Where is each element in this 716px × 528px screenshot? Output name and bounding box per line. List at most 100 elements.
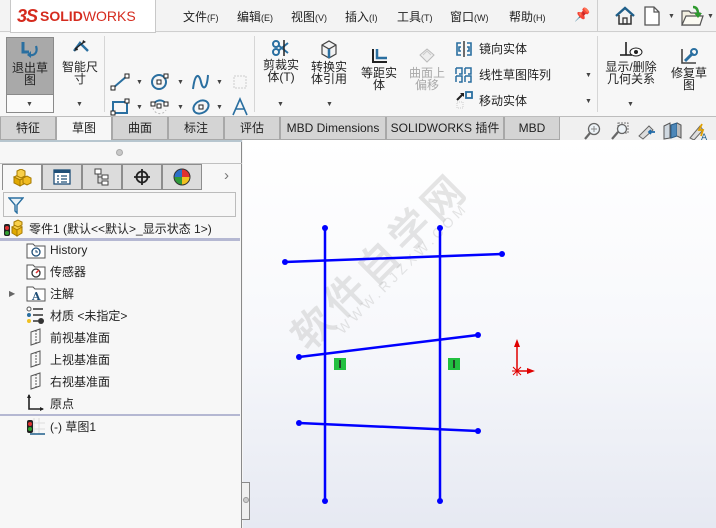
arc-tool-dropdown[interactable]: ▼	[177, 104, 184, 111]
menu-window[interactable]: 窗口(W)	[450, 8, 489, 25]
sketch-endpoint[interactable]	[296, 354, 302, 360]
display-manager-icon	[173, 168, 191, 186]
sketch-endpoint[interactable]	[475, 428, 481, 434]
dynamic-annotation-icon[interactable]: A	[688, 122, 708, 140]
tree-item-origin[interactable]: 原点	[0, 393, 74, 413]
spline-tool-dropdown[interactable]: ▼	[216, 79, 223, 86]
tree-item-label: 原点	[50, 396, 75, 411]
line-tool-icon[interactable]	[110, 73, 130, 91]
offset-on-surface-button[interactable]: 曲面上 偏移	[404, 47, 450, 91]
new-dropdown-caret[interactable]: ▼	[668, 13, 675, 20]
tab-sketch[interactable]: 草图	[56, 117, 112, 140]
pin-icon[interactable]: 📌	[574, 7, 590, 23]
tree-item-sketch1[interactable]: (-) 草图1	[0, 416, 96, 436]
zoom-to-fit-icon[interactable]	[584, 122, 602, 140]
smart-dimension-button[interactable]: 智能尺 寸	[58, 39, 102, 85]
sketch-endpoint[interactable]	[296, 420, 302, 426]
menu-edit[interactable]: 编辑(E)	[237, 8, 273, 25]
zoom-to-area-icon[interactable]	[611, 122, 629, 140]
solidworks-logo[interactable]: 3S SOLID WORKS	[10, 0, 156, 33]
convert-entities-button[interactable]: 转换实 体引用	[306, 39, 352, 85]
tree-item-annotations[interactable]: ▶ A 注解	[0, 283, 74, 303]
sketch-endpoint[interactable]	[322, 498, 328, 504]
tree-item-material[interactable]: 材质 <未指定>	[0, 305, 127, 325]
display-delete-relations-button[interactable]: 显示/删除 几何关系	[601, 41, 661, 85]
tab-annotation[interactable]: 标注	[168, 117, 224, 140]
mirror-entities-button[interactable]: 镜向实体	[455, 40, 527, 57]
tab-mbd[interactable]: MBD	[504, 117, 560, 140]
plane-tool-icon[interactable]	[231, 73, 249, 91]
tree-item-history[interactable]: History	[0, 240, 87, 260]
menu-insert[interactable]: 插入(I)	[345, 8, 378, 25]
trim-dropdown[interactable]: ▼	[277, 101, 284, 108]
material-icon	[26, 306, 44, 324]
display-relations-dropdown[interactable]: ▼	[627, 101, 634, 108]
tree-item-right-plane[interactable]: 右视基准面	[0, 371, 110, 391]
ellipse-tool-dropdown[interactable]: ▼	[216, 104, 223, 111]
panel-grip-handle[interactable]	[116, 149, 123, 156]
exit-sketch-icon	[21, 42, 38, 58]
open-dropdown-caret[interactable]: ▼	[707, 13, 714, 20]
exit-sketch-button[interactable]: 退出草 图 ▼	[6, 37, 54, 113]
vertical-relation-icon[interactable]	[334, 358, 346, 370]
panel-tabs-next-arrow[interactable]: ›	[224, 167, 229, 184]
sketch-endpoint[interactable]	[475, 332, 481, 338]
tree-item-front-plane[interactable]: 前视基准面	[0, 327, 110, 347]
sketch-line-top[interactable]	[284, 252, 503, 264]
configuration-manager-tab[interactable]	[82, 164, 122, 190]
tree-item-top-plane[interactable]: 上视基准面	[0, 349, 110, 369]
offset-on-surface-label-2: 偏移	[414, 78, 439, 92]
tree-item-sensors[interactable]: 传感器	[0, 261, 86, 281]
sketch-canvas[interactable]	[243, 140, 716, 528]
trim-entities-button[interactable]: 剪裁实 体(T)	[258, 39, 304, 83]
move-entities-dropdown[interactable]: ▼	[585, 98, 592, 105]
sketch-endpoint[interactable]	[322, 225, 328, 231]
section-view-icon[interactable]	[662, 122, 682, 140]
graphics-area[interactable]: 软件自学网 WWW.RJZXW.COM	[243, 140, 716, 528]
tab-solidworks-addins[interactable]: SOLIDWORKS 插件	[386, 117, 504, 140]
home-icon[interactable]	[614, 5, 636, 30]
linear-pattern-dropdown[interactable]: ▼	[585, 72, 592, 79]
sketch-endpoint[interactable]	[437, 498, 443, 504]
text-tool-icon[interactable]	[231, 97, 249, 117]
sketch-endpoint[interactable]	[499, 251, 505, 257]
tab-evaluate[interactable]: 评估	[224, 117, 280, 140]
menu-file[interactable]: 文件(F)	[183, 8, 219, 25]
repair-sketch-button[interactable]: 修复草 图	[666, 47, 712, 91]
vertical-relation-icon[interactable]	[448, 358, 460, 370]
menu-view[interactable]: 视图(V)	[291, 8, 327, 25]
convert-entities-icon	[321, 40, 337, 59]
ellipse-tool-icon[interactable]	[191, 98, 211, 116]
linear-pattern-button[interactable]: 线性草图阵列	[455, 66, 551, 83]
menu-help[interactable]: 帮助(H)	[509, 8, 546, 25]
circle-tool-icon[interactable]	[150, 73, 170, 91]
panel-collapse-handle[interactable]	[242, 482, 250, 520]
circle-tool-dropdown[interactable]: ▼	[177, 79, 184, 86]
arc-tool-icon[interactable]	[150, 98, 170, 116]
sketch-endpoint[interactable]	[437, 225, 443, 231]
dimxpert-manager-tab[interactable]	[122, 164, 162, 190]
new-document-icon[interactable]	[643, 5, 661, 30]
open-document-icon[interactable]	[680, 5, 704, 30]
tab-mbd-dimensions[interactable]: MBD Dimensions	[280, 117, 386, 140]
previous-view-icon[interactable]	[637, 122, 657, 140]
rectangle-tool-dropdown[interactable]: ▼	[136, 104, 143, 111]
sketch-endpoint[interactable]	[282, 259, 288, 265]
part-root-node[interactable]: 零件1 (默认<<默认>_显示状态 1>)	[3, 219, 212, 237]
feature-manager-tab[interactable]	[2, 164, 42, 190]
rectangle-tool-icon[interactable]	[110, 98, 130, 116]
expand-arrow-icon[interactable]: ▶	[9, 289, 19, 298]
menu-tools[interactable]: 工具(T)	[397, 8, 433, 25]
move-entities-button[interactable]: 移动实体	[455, 91, 527, 109]
line-tool-dropdown[interactable]: ▼	[136, 79, 143, 86]
display-manager-tab[interactable]	[162, 164, 202, 190]
offset-entities-button[interactable]: 等距实 体	[356, 47, 402, 91]
tab-surfaces[interactable]: 曲面	[112, 117, 168, 140]
convert-dropdown[interactable]: ▼	[326, 101, 333, 108]
property-manager-tab[interactable]	[42, 164, 82, 190]
exit-sketch-dropdown[interactable]: ▼	[7, 94, 53, 112]
spline-tool-icon[interactable]	[191, 73, 211, 91]
feature-tree-filter[interactable]	[3, 192, 236, 217]
tab-features[interactable]: 特征	[0, 117, 56, 140]
smart-dimension-dropdown[interactable]: ▼	[76, 101, 83, 108]
